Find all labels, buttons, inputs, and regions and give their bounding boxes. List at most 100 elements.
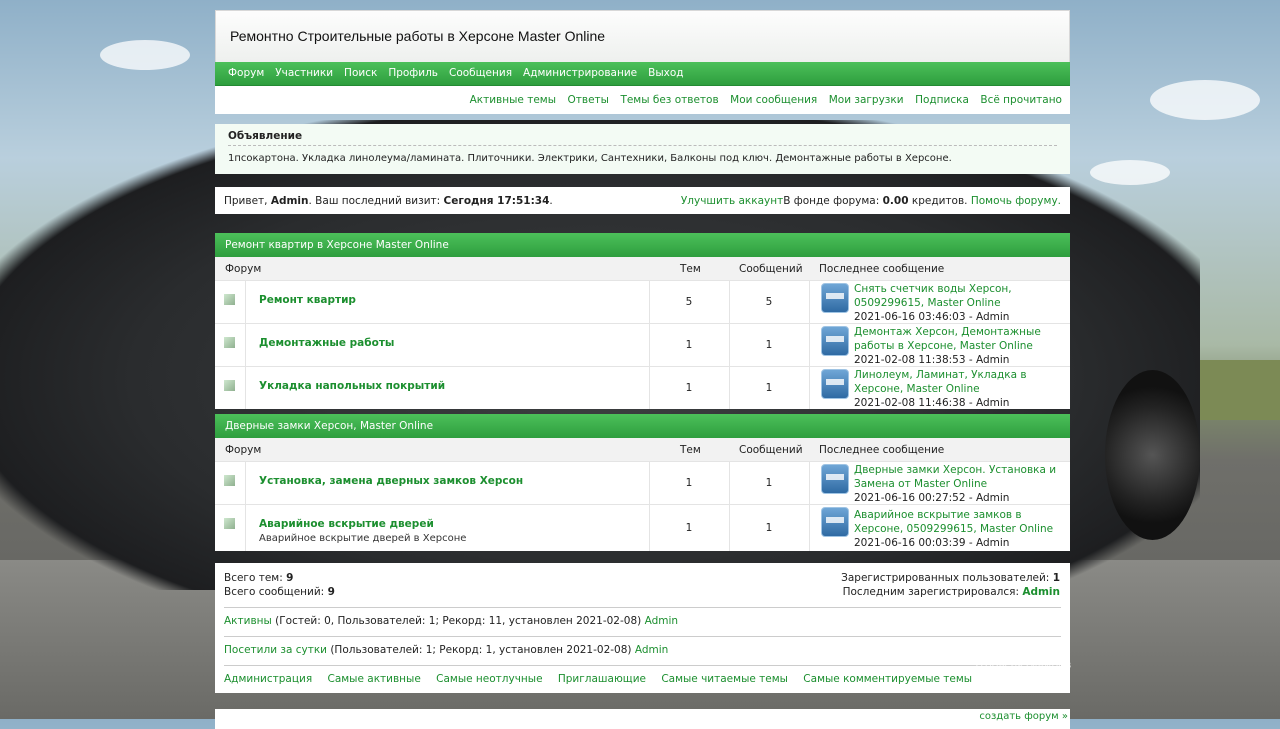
post-count: 1 bbox=[765, 477, 773, 489]
activation-line1: Чтобы активиров bbox=[971, 658, 1072, 671]
subnav-subscription[interactable]: Подписка bbox=[915, 94, 969, 106]
link-most-persistent[interactable]: Самые неотлучные bbox=[436, 673, 542, 685]
forum-name[interactable]: Демонтажные работы bbox=[259, 337, 394, 349]
topic-count: 5 bbox=[685, 296, 693, 308]
cloud bbox=[100, 40, 190, 70]
active-users-link[interactable]: Активны bbox=[224, 615, 272, 627]
background-wheel bbox=[1105, 370, 1200, 540]
link-most-commented[interactable]: Самые комментируемые темы bbox=[803, 673, 972, 685]
nav-profile[interactable]: Профиль bbox=[388, 62, 438, 85]
forum-name[interactable]: Ремонт квартир bbox=[259, 294, 356, 306]
nav-members[interactable]: Участники bbox=[275, 62, 333, 85]
subnav-mark-read[interactable]: Всё прочитано bbox=[980, 94, 1062, 106]
last-post-link[interactable]: Аварийное вскрытие замков в Херсоне, 050… bbox=[854, 509, 1053, 535]
create-forum-link[interactable]: создать форум » bbox=[979, 711, 1068, 722]
last-post: Дверные замки Херсон. Установка и Замена… bbox=[854, 463, 1064, 505]
link-inviters[interactable]: Приглашающие bbox=[558, 673, 646, 685]
visit-prefix: . Ваш последний визит: bbox=[308, 195, 444, 207]
total-posts-label: Всего сообщений: bbox=[224, 586, 328, 598]
last-post-link[interactable]: Дверные замки Херсон. Установка и Замена… bbox=[854, 464, 1056, 490]
nav-messages[interactable]: Сообщения bbox=[449, 62, 512, 85]
category-title[interactable]: Ремонт квартир в Херсоне Master Online bbox=[215, 233, 1070, 257]
post-count: 1 bbox=[765, 382, 773, 394]
windows-activation-watermark: Активация W Чтобы активиров "Параметры". bbox=[971, 640, 1071, 686]
forum-icon-cell bbox=[215, 462, 246, 504]
forum-name[interactable]: Аварийное вскрытие дверей bbox=[259, 518, 434, 530]
site-title[interactable]: Ремонтно Строительные работы в Херсоне M… bbox=[230, 28, 605, 44]
forum-row: Ремонт квартир 5 5 Снять счетчик воды Хе… bbox=[215, 280, 1070, 323]
subnav-replies[interactable]: Ответы bbox=[568, 94, 609, 106]
col-forum: Форум bbox=[225, 263, 262, 275]
post-count: 1 bbox=[765, 522, 773, 534]
col-last: Последнее сообщение bbox=[819, 263, 945, 275]
last-post-link[interactable]: Линолеум, Ламинат, Укладка в Херсоне, Ma… bbox=[854, 369, 1027, 395]
sub-nav: Активные темы Ответы Темы без ответов Мо… bbox=[215, 86, 1070, 114]
cloud bbox=[1150, 80, 1260, 120]
bottom-bar: создать форум » bbox=[215, 709, 1070, 729]
last-post-link[interactable]: Снять счетчик воды Херсон, 0509299615, M… bbox=[854, 283, 1012, 309]
last-post: Аварийное вскрытие замков в Херсоне, 050… bbox=[854, 508, 1064, 550]
last-post-meta: 2021-06-16 00:27:52 - Admin bbox=[854, 492, 1010, 504]
announcement: Объявление 1псокартона. Укладка линолеум… bbox=[215, 124, 1070, 174]
category-title[interactable]: Дверные замки Херсон, Master Online bbox=[215, 414, 1070, 438]
forum-icon-cell bbox=[215, 281, 246, 323]
divider bbox=[809, 367, 810, 409]
forum-description: Аварийное вскрытие дверей в Херсоне bbox=[259, 533, 467, 544]
avatar[interactable] bbox=[821, 464, 849, 494]
upgrade-account-link[interactable]: Улучшить аккаунт bbox=[681, 195, 783, 207]
forum-status-icon bbox=[224, 518, 235, 529]
active-user-link[interactable]: Admin bbox=[645, 615, 678, 627]
fund-suffix: кредитов. bbox=[908, 195, 971, 207]
last-registered-user[interactable]: Admin bbox=[1022, 586, 1060, 598]
forum-container: Ремонтно Строительные работы в Херсоне M… bbox=[215, 10, 1070, 729]
forum-name[interactable]: Укладка напольных покрытий bbox=[259, 380, 445, 392]
forum-stats: Всего тем: 9 Всего сообщений: 9 Зарегист… bbox=[215, 563, 1070, 693]
active-users-text: (Гостей: 0, Пользователей: 1; Рекорд: 11… bbox=[271, 615, 645, 627]
main-nav: Форум Участники Поиск Профиль Сообщения … bbox=[215, 62, 1070, 86]
link-most-read[interactable]: Самые читаемые темы bbox=[661, 673, 788, 685]
visit-suffix: . bbox=[549, 195, 553, 207]
help-forum-link[interactable]: Помочь форуму. bbox=[971, 195, 1061, 207]
forum-row: Аварийное вскрытие дверей Аварийное вскр… bbox=[215, 504, 1070, 551]
link-most-active[interactable]: Самые активные bbox=[328, 673, 421, 685]
avatar[interactable] bbox=[821, 507, 849, 537]
link-administration[interactable]: Администрация bbox=[224, 673, 312, 685]
site-header: Ремонтно Строительные работы в Херсоне M… bbox=[215, 10, 1070, 62]
forum-status-icon bbox=[224, 337, 235, 348]
avatar[interactable] bbox=[821, 283, 849, 313]
forum-icon-cell bbox=[215, 324, 246, 366]
nav-admin[interactable]: Администрирование bbox=[523, 62, 637, 85]
divider bbox=[809, 505, 810, 551]
activation-title: Активация W bbox=[971, 640, 1069, 656]
welcome-prefix: Привет, bbox=[224, 195, 271, 207]
total-topics: 9 bbox=[286, 572, 294, 584]
divider bbox=[809, 281, 810, 323]
stats-left: Всего тем: 9 Всего сообщений: 9 bbox=[224, 571, 335, 599]
forum-status-icon bbox=[224, 294, 235, 305]
daily-user-link[interactable]: Admin bbox=[635, 644, 668, 656]
subnav-active-topics[interactable]: Активные темы bbox=[470, 94, 556, 106]
total-topics-label: Всего тем: bbox=[224, 572, 287, 584]
col-topics: Тем bbox=[680, 444, 701, 456]
last-post-link[interactable]: Демонтаж Херсон, Демонтажные работы в Хе… bbox=[854, 326, 1041, 352]
topic-count: 1 bbox=[685, 339, 693, 351]
welcome-bar: Привет, Admin. Ваш последний визит: Сего… bbox=[215, 187, 1070, 214]
col-forum: Форум bbox=[225, 444, 262, 456]
nav-search[interactable]: Поиск bbox=[344, 62, 377, 85]
last-post-meta: 2021-06-16 00:03:39 - Admin bbox=[854, 537, 1010, 549]
nav-forum[interactable]: Форум bbox=[228, 62, 264, 85]
avatar[interactable] bbox=[821, 326, 849, 356]
nav-logout[interactable]: Выход bbox=[648, 62, 683, 85]
divider bbox=[224, 636, 1061, 637]
stats-links: Администрация Самые активные Самые неотл… bbox=[224, 673, 984, 685]
avatar[interactable] bbox=[821, 369, 849, 399]
subnav-unanswered[interactable]: Темы без ответов bbox=[620, 94, 718, 106]
subnav-my-uploads[interactable]: Мои загрузки bbox=[829, 94, 904, 106]
topic-count: 1 bbox=[685, 382, 693, 394]
daily-visitors-link[interactable]: Посетили за сутки bbox=[224, 644, 327, 656]
subnav-my-posts[interactable]: Мои сообщения bbox=[730, 94, 817, 106]
forum-name[interactable]: Установка, замена дверных замков Херсон bbox=[259, 475, 523, 487]
welcome-text: Привет, Admin. Ваш последний визит: Сего… bbox=[224, 195, 553, 207]
fund-amount: 0.00 bbox=[882, 195, 909, 207]
column-headers: Форум Тем Сообщений Последнее сообщение bbox=[215, 257, 1070, 280]
